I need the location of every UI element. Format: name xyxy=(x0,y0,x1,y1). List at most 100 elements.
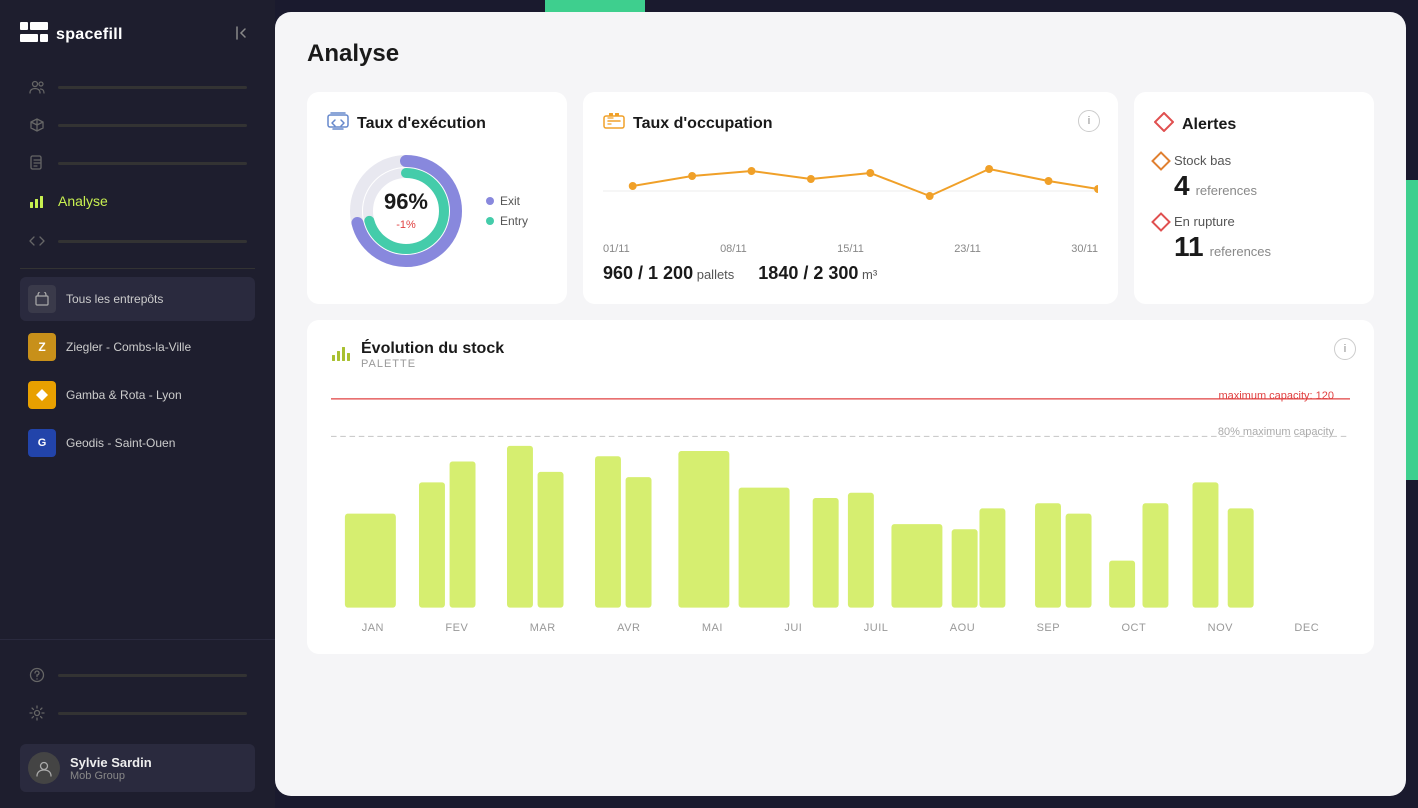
logo-icon xyxy=(20,22,48,48)
sidebar-nav: Analyse Tous les entrepôts xyxy=(0,68,275,639)
donut-change: -1% xyxy=(396,219,416,231)
execution-title: Taux d'exécution xyxy=(357,115,486,133)
alert-stock-bas-header: Stock bas xyxy=(1154,153,1354,168)
card-stock: Évolution du stock PALETTE i xyxy=(307,320,1374,654)
occupation-icon xyxy=(603,112,625,135)
en-rupture-count: 11 xyxy=(1174,231,1204,263)
warehouse-avatar-all xyxy=(28,285,56,313)
stock-info-button[interactable]: i xyxy=(1334,338,1356,360)
help-icon xyxy=(28,666,46,684)
month-juil: JUIL xyxy=(864,622,889,634)
month-labels: JAN FEV MAR AVR MAI JUI JUIL AOU SEP OCT… xyxy=(331,622,1350,634)
main-content: Analyse Taux d'exécution xyxy=(275,12,1406,796)
code-icon xyxy=(28,232,46,250)
stock-title: Évolution du stock xyxy=(361,340,504,358)
date-label-1: 01/11 xyxy=(603,243,630,255)
alert-en-rupture: En rupture 11 references xyxy=(1154,214,1354,263)
month-fev: FEV xyxy=(445,622,468,634)
nav-item-help[interactable] xyxy=(20,656,255,694)
en-rupture-diamond-icon xyxy=(1151,212,1171,232)
alert-en-rupture-count-row: 11 references xyxy=(1154,231,1354,263)
nav-item-box[interactable] xyxy=(20,106,255,144)
stock-bas-label: references xyxy=(1196,183,1257,198)
sidebar-item-analyse[interactable]: Analyse xyxy=(20,182,255,220)
chart-icon xyxy=(28,192,46,210)
people-icon xyxy=(28,78,46,96)
en-rupture-label: references xyxy=(1210,244,1271,259)
nav-skeleton-line xyxy=(58,86,247,89)
alert-en-rupture-header: En rupture xyxy=(1154,214,1354,229)
exit-dot xyxy=(486,197,494,205)
donut-percent: 96% xyxy=(384,189,428,215)
logo: spacefill xyxy=(20,22,123,48)
donut-container: 96% -1% Exit Entry xyxy=(327,151,547,271)
pallets-unit: pallets xyxy=(697,267,735,282)
warehouse-avatar-geodis: G xyxy=(28,429,56,457)
warehouse-name-geodis: Geodis - Saint-Ouen xyxy=(66,436,175,450)
warehouse-item-all[interactable]: Tous les entrepôts xyxy=(20,277,255,321)
month-aou: AOU xyxy=(950,622,975,634)
exit-label: Exit xyxy=(500,194,520,208)
nav-item-doc[interactable] xyxy=(20,144,255,182)
date-label-2: 08/11 xyxy=(720,243,747,255)
warehouse-item-gamba[interactable]: Gamba & Rota - Lyon xyxy=(20,373,255,417)
entry-label: Entry xyxy=(500,214,528,228)
month-jan: JAN xyxy=(362,622,384,634)
footer-nav xyxy=(20,656,255,732)
month-mai: MAI xyxy=(702,622,723,634)
bar-chart: maximum capacity: 120 80% maximum capaci… xyxy=(331,378,1350,618)
warehouse-item-geodis[interactable]: G Geodis - Saint-Ouen xyxy=(20,421,255,465)
occupation-title: Taux d'occupation xyxy=(633,115,773,133)
m3-value: 1840 / 2 300 xyxy=(758,263,858,283)
stock-bas-diamond-icon xyxy=(1151,151,1171,171)
capacity-80-label: 80% maximum capacity xyxy=(1218,426,1334,438)
nav-item-settings[interactable] xyxy=(20,694,255,732)
donut-legend: Exit Entry xyxy=(486,194,528,228)
pallets-stat: 960 / 1 200 pallets xyxy=(603,263,734,284)
card-occupation-header: Taux d'occupation xyxy=(603,112,1098,135)
legend-entry: Entry xyxy=(486,214,528,228)
nav-item-people[interactable] xyxy=(20,68,255,106)
settings-skeleton-line xyxy=(58,712,247,715)
month-nov: NOV xyxy=(1208,622,1233,634)
nav-item-code[interactable] xyxy=(20,222,255,260)
sidebar-footer: Sylvie Sardin Mob Group xyxy=(0,639,275,808)
settings-icon xyxy=(28,704,46,722)
donut-chart: 96% -1% xyxy=(346,151,466,271)
warehouse-section: Tous les entrepôts Z Ziegler - Combs-la-… xyxy=(20,277,255,465)
alerts-icon xyxy=(1154,112,1174,137)
nav-skeleton-line-3 xyxy=(58,162,247,165)
chart-stats: 960 / 1 200 pallets 1840 / 2 300 m³ xyxy=(603,263,1098,284)
pallets-value: 960 / 1 200 xyxy=(603,263,693,283)
warehouse-name-all: Tous les entrepôts xyxy=(66,292,163,306)
max-capacity-label: maximum capacity: 120 xyxy=(1218,390,1334,402)
cards-row: Taux d'exécution 96% -1% xyxy=(307,92,1374,304)
stock-bas-count: 4 xyxy=(1174,170,1190,202)
stock-subtitle: PALETTE xyxy=(361,358,504,370)
entry-dot xyxy=(486,217,494,225)
execution-icon xyxy=(327,112,349,135)
analyse-label: Analyse xyxy=(58,193,108,209)
legend-exit: Exit xyxy=(486,194,528,208)
stock-icon xyxy=(331,342,351,367)
date-label-4: 23/11 xyxy=(954,243,981,255)
month-jui: JUI xyxy=(784,622,802,634)
card-alerts-header: Alertes xyxy=(1154,112,1354,137)
line-chart xyxy=(603,151,1098,231)
user-name: Sylvie Sardin xyxy=(70,755,152,770)
warehouse-item-ziegler[interactable]: Z Ziegler - Combs-la-Ville xyxy=(20,325,255,369)
user-info[interactable]: Sylvie Sardin Mob Group xyxy=(20,744,255,792)
nav-divider xyxy=(20,268,255,269)
warehouse-avatar-ziegler: Z xyxy=(28,333,56,361)
page-title: Analyse xyxy=(307,40,1374,68)
occupation-info-button[interactable]: i xyxy=(1078,110,1100,132)
alerts-title: Alertes xyxy=(1182,116,1236,134)
stock-bas-name: Stock bas xyxy=(1174,153,1231,168)
collapse-button[interactable] xyxy=(231,23,255,48)
donut-center: 96% -1% xyxy=(384,189,428,233)
warehouse-name-ziegler: Ziegler - Combs-la-Ville xyxy=(66,340,191,354)
card-occupation: Taux d'occupation i xyxy=(583,92,1118,304)
chart-date-labels: 01/11 08/11 15/11 23/11 30/11 xyxy=(603,243,1098,255)
month-oct: OCT xyxy=(1122,622,1147,634)
box-icon xyxy=(28,116,46,134)
